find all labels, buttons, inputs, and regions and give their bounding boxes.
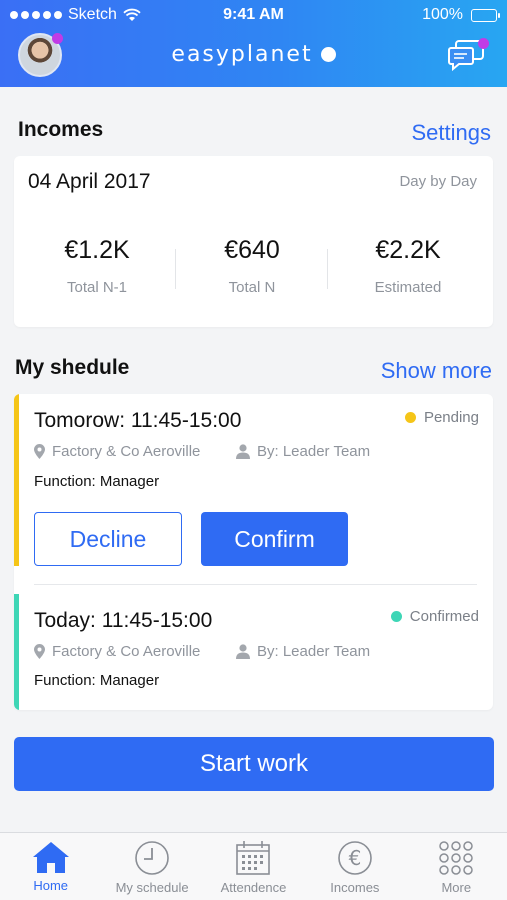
tab-label: My schedule (115, 880, 189, 895)
status-label: Pending (423, 409, 479, 426)
tab-label: Home (33, 878, 69, 893)
home-icon (32, 842, 69, 873)
brand-logo: easyplanet (0, 42, 507, 67)
status-badge: Pending (404, 409, 479, 426)
shift-location: Factory & Co Aeroville (34, 443, 200, 460)
divider (34, 584, 477, 585)
confirmed-dot-icon (390, 611, 402, 622)
shift-author: By: Leader Team (236, 643, 370, 660)
messages-button[interactable] (447, 38, 489, 74)
author-label: By: Leader Team (257, 443, 371, 460)
stat-label: Estimated (374, 279, 442, 296)
location-label: Factory & Co Aeroville (52, 643, 201, 660)
user-icon (236, 444, 250, 459)
clock-icon (135, 841, 169, 875)
status-label: Confirmed (409, 608, 479, 625)
shift-function: Function: Manager (34, 473, 160, 490)
start-work-button[interactable]: Start work (14, 737, 494, 791)
location-label: Factory & Co Aeroville (52, 443, 201, 460)
author-label: By: Leader Team (257, 643, 371, 660)
svg-text:€: € (348, 846, 361, 870)
shift-title[interactable]: Tomorow: 11:45-15:00 (34, 409, 241, 433)
stat-value: €1.2K (64, 236, 130, 264)
status-bar: Sketch 9:41 AM 100% (0, 0, 507, 30)
battery-status: 100% (422, 6, 500, 24)
shift-author: By: Leader Team (236, 443, 370, 460)
brand-dot-icon (320, 47, 336, 62)
messages-notification-dot (478, 38, 489, 49)
stat-value: €640 (224, 236, 280, 264)
app-header: Sketch 9:41 AM 100% easyplanet (0, 0, 507, 87)
schedule-card: Tomorow: 11:45-15:00 Pending Factory & C… (14, 394, 493, 710)
tab-label: Incomes (330, 880, 380, 895)
pending-dot-icon (404, 412, 416, 423)
shift-title[interactable]: Today: 11:45-15:00 (34, 609, 212, 633)
confirm-button[interactable]: Confirm (201, 512, 348, 566)
pending-indicator-bar (14, 394, 19, 566)
calendar-icon (236, 841, 271, 875)
tab-bar: Home My schedule Attendence € Incomes Mo… (0, 832, 507, 900)
confirmed-indicator-bar (14, 594, 19, 710)
battery-icon (471, 8, 500, 22)
schedule-title: My shedule (15, 356, 130, 379)
tab-more[interactable]: More (406, 833, 507, 900)
stat-value: €2.2K (375, 236, 441, 264)
tab-label: More (441, 880, 472, 895)
shift-function: Function: Manager (34, 672, 160, 689)
stat-label: Total N (228, 279, 276, 296)
grid-icon (439, 841, 473, 875)
tab-home[interactable]: Home (0, 833, 101, 900)
incomes-card: 04 April 2017 Day by Day €1.2K Total N-1… (14, 156, 493, 327)
tab-my-schedule[interactable]: My schedule (101, 833, 202, 900)
status-badge: Confirmed (390, 608, 479, 625)
user-icon (236, 644, 250, 659)
incomes-mode[interactable]: Day by Day (399, 173, 477, 190)
tab-attendence[interactable]: Attendence (203, 833, 304, 900)
stat-total-n-1: €1.2K Total N-1 (17, 236, 177, 296)
location-pin-icon (34, 644, 45, 659)
stat-estimated: €2.2K Estimated (328, 236, 488, 296)
stat-total-n: €640 Total N (172, 236, 332, 296)
shift-location: Factory & Co Aeroville (34, 643, 200, 660)
brand-name: easyplanet (171, 42, 313, 67)
settings-link[interactable]: Settings (412, 120, 492, 146)
stat-label: Total N-1 (66, 279, 128, 296)
tab-label: Attendence (220, 880, 287, 895)
incomes-date[interactable]: 04 April 2017 (28, 170, 151, 194)
location-pin-icon (34, 444, 45, 459)
decline-button[interactable]: Decline (34, 512, 182, 566)
battery-label: 100% (422, 6, 463, 23)
show-more-link[interactable]: Show more (381, 358, 492, 384)
incomes-title: Incomes (18, 118, 104, 141)
tab-incomes[interactable]: € Incomes (304, 833, 405, 900)
euro-icon: € (338, 841, 372, 875)
